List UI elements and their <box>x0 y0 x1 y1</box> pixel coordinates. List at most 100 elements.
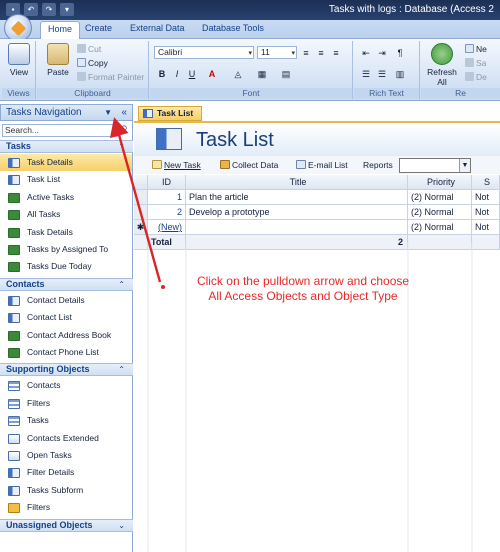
table-row[interactable]: 1 Plan the article (2) Normal Not <box>134 190 500 205</box>
record-selector[interactable] <box>134 190 148 205</box>
status-cell[interactable]: Not <box>472 205 500 220</box>
search-input[interactable]: Search... <box>2 124 118 137</box>
nav-item[interactable]: Task List <box>0 171 132 188</box>
save-record-button[interactable]: Sa <box>465 58 486 68</box>
italic-icon[interactable]: I <box>171 67 183 79</box>
nav-item[interactable]: Contact List <box>0 309 132 326</box>
email-list-button[interactable]: E-mail List <box>296 160 348 170</box>
nav-section-header[interactable]: Supporting Objects ⌃ <box>0 363 133 377</box>
font-color-icon[interactable]: A <box>206 67 218 79</box>
nav-item[interactable]: Tasks Due Today <box>0 258 132 275</box>
id-cell[interactable]: (New) <box>148 220 186 235</box>
record-selector[interactable] <box>134 205 148 220</box>
nav-item[interactable]: Active Tasks <box>0 189 132 206</box>
record-selector[interactable] <box>134 235 148 250</box>
font-name-combo[interactable]: Calibri ▾ <box>154 46 254 59</box>
align-center-icon[interactable]: ≡ <box>315 46 327 58</box>
id-cell[interactable]: 2 <box>148 205 186 220</box>
record-selector[interactable]: ✱ <box>134 220 148 235</box>
nav-item[interactable]: Task Details <box>0 224 132 241</box>
tab-home[interactable]: Home <box>40 21 81 39</box>
nav-item[interactable]: Contacts Extended <box>0 430 132 447</box>
underline-icon[interactable]: U <box>186 67 198 79</box>
nav-item[interactable]: Task Details <box>0 154 132 171</box>
cut-button[interactable]: Cut <box>77 44 101 54</box>
highlight-icon[interactable]: ▥ <box>394 67 406 79</box>
tab-external-data[interactable]: External Data <box>130 23 185 33</box>
bold-icon[interactable]: B <box>156 67 168 79</box>
nav-item[interactable]: Tasks by Assigned To <box>0 241 132 258</box>
chevron-up-icon[interactable]: ⌃ <box>118 279 125 290</box>
document-tab-task-list[interactable]: Task List <box>138 106 203 121</box>
id-cell[interactable]: 1 <box>148 190 186 205</box>
nav-item[interactable]: Open Tasks <box>0 447 132 464</box>
increase-indent-icon[interactable]: ⇥ <box>376 46 388 58</box>
nav-item[interactable]: Contacts <box>0 377 132 394</box>
chevron-down-icon[interactable]: ⌄ <box>118 520 125 531</box>
title-cell[interactable] <box>186 220 408 235</box>
reports-dropdown[interactable]: ▼ <box>399 158 471 173</box>
total-status-cell[interactable] <box>472 235 500 250</box>
fill-color-icon[interactable]: ◬ <box>232 67 244 79</box>
redo-icon[interactable]: ↷ <box>42 3 56 16</box>
nav-item[interactable]: Tasks <box>0 412 132 429</box>
chevron-up-icon[interactable]: ⌃ <box>118 364 125 375</box>
chevron-up-icon[interactable]: ⌃ <box>118 141 125 152</box>
priority-cell[interactable]: (2) Normal <box>408 220 472 235</box>
nav-section-header[interactable]: Contacts ⌃ <box>0 277 133 291</box>
new-task-button[interactable]: New Task <box>152 160 201 170</box>
nav-item[interactable]: Filter Details <box>0 464 132 481</box>
tab-database-tools[interactable]: Database Tools <box>202 23 264 33</box>
total-value[interactable]: 2 <box>186 235 408 250</box>
numbering-icon[interactable]: ☰ <box>376 67 388 79</box>
table-row[interactable]: ✱ (New) (2) Normal Not <box>134 220 500 235</box>
nav-item[interactable]: All Tasks <box>0 206 132 223</box>
paste-button[interactable]: Paste <box>43 43 73 77</box>
new-record-button[interactable]: Ne <box>465 44 487 54</box>
nav-item[interactable]: Filters <box>0 499 132 516</box>
nav-section-header[interactable]: Tasks ⌃ <box>0 140 133 153</box>
undo-icon[interactable]: ↶ <box>24 3 38 16</box>
text-direction-icon[interactable]: ¶ <box>394 46 406 58</box>
nav-item[interactable]: Contact Details <box>0 292 132 309</box>
nav-item[interactable]: Filters <box>0 395 132 412</box>
total-label[interactable]: Total <box>148 235 186 250</box>
priority-cell[interactable]: (2) Normal <box>408 190 472 205</box>
office-button[interactable] <box>4 14 32 42</box>
navigation-pulldown-arrow-icon[interactable]: ▼ <box>104 105 112 120</box>
view-button[interactable]: View <box>6 43 32 77</box>
navigation-pane-header[interactable]: Tasks Navigation ▼ « <box>0 104 133 121</box>
nav-item[interactable]: Contact Address Book <box>0 327 132 344</box>
font-size-combo[interactable]: 11 ▾ <box>257 46 297 59</box>
status-cell[interactable]: Not <box>472 190 500 205</box>
copy-button[interactable]: Copy <box>77 58 108 68</box>
shutter-bar-collapse-icon[interactable]: « <box>121 105 127 120</box>
refresh-all-button[interactable]: Refresh All <box>425 43 459 87</box>
align-right-icon[interactable]: ≡ <box>330 46 342 58</box>
bullets-icon[interactable]: ☰ <box>360 67 372 79</box>
search-icon[interactable]: ⚲ <box>121 124 128 135</box>
table-row[interactable]: 2 Develop a prototype (2) Normal Not <box>134 205 500 220</box>
nav-section-header[interactable]: Unassigned Objects ⌄ <box>0 518 133 532</box>
collect-data-button[interactable]: Collect Data <box>220 160 278 170</box>
select-all-box[interactable] <box>134 175 148 190</box>
format-painter-button[interactable]: Format Painter <box>77 72 144 82</box>
column-header[interactable]: S <box>472 175 500 190</box>
total-priority-cell[interactable] <box>408 235 472 250</box>
status-cell[interactable]: Not <box>472 220 500 235</box>
column-header[interactable]: ID <box>148 175 186 190</box>
tab-create[interactable]: Create <box>85 23 112 33</box>
column-header[interactable]: Priority <box>408 175 472 190</box>
customize-toolbar-icon[interactable]: ▾ <box>60 3 74 16</box>
title-cell[interactable]: Plan the article <box>186 190 408 205</box>
decrease-indent-icon[interactable]: ⇤ <box>360 46 372 58</box>
title-cell[interactable]: Develop a prototype <box>186 205 408 220</box>
align-left-icon[interactable]: ≡ <box>300 46 312 58</box>
alternate-fill-icon[interactable]: ▤ <box>280 67 292 79</box>
column-header[interactable]: Title <box>186 175 408 190</box>
nav-item[interactable]: Contact Phone List <box>0 344 132 361</box>
nav-item[interactable]: Tasks Subform <box>0 482 132 499</box>
priority-cell[interactable]: (2) Normal <box>408 205 472 220</box>
delete-record-button[interactable]: De <box>465 72 487 82</box>
gridlines-icon[interactable]: ▦ <box>256 67 268 79</box>
